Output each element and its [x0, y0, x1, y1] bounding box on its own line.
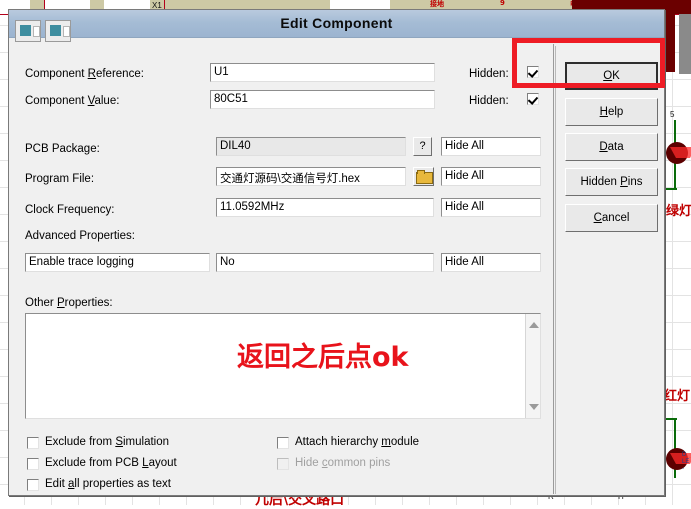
schematic-red-text-top: 接地	[430, 0, 444, 8]
pcb-package-combo[interactable]: DIL40	[216, 137, 406, 156]
annotation-text: 返回之后点ok	[237, 342, 409, 373]
program-file-visibility-combo[interactable]: Hide All	[441, 167, 541, 186]
ok-button-highlight-rectangle	[512, 38, 665, 88]
schematic-red-text-red-light: 红灯	[664, 389, 691, 404]
program-file-label: Program File:	[25, 173, 95, 185]
help-button[interactable]: Help	[565, 98, 658, 126]
component-reference-hidden-label: Hidden:	[469, 68, 509, 80]
component-value-label: Component Value:	[25, 95, 120, 107]
data-button[interactable]: Data	[565, 133, 658, 161]
dialog-button-column: OK Help Data Hidden Pins Cancel	[555, 46, 664, 494]
advanced-properties-visibility-combo[interactable]: Hide All	[441, 253, 541, 272]
dialog-titlebar[interactable]: Edit Component	[9, 10, 664, 38]
cancel-button[interactable]: Cancel	[565, 204, 658, 232]
exclude-from-pcb-layout-label: Exclude from PCB Layout	[45, 457, 177, 469]
other-properties-label: Other Properties:	[25, 297, 113, 309]
dialog-title: Edit Component	[280, 15, 393, 31]
document-icon-1[interactable]	[15, 20, 41, 42]
advanced-properties-property-combo[interactable]: Enable trace logging	[25, 253, 210, 272]
clock-frequency-label: Clock Frequency:	[25, 204, 115, 216]
component-value-hidden-label: Hidden:	[469, 95, 509, 107]
exclude-from-simulation-checkbox[interactable]	[27, 437, 39, 449]
scroll-down-arrow-icon[interactable]	[529, 404, 539, 410]
exclude-from-pcb-layout-checkbox[interactable]	[27, 458, 39, 470]
schematic-part-label: D LE -	[682, 452, 690, 472]
component-reference-label: Component Reference:	[25, 68, 144, 80]
component-value-input[interactable]: 80C51	[210, 90, 435, 109]
edit-all-properties-as-text-checkbox[interactable]	[27, 479, 39, 491]
schematic-red-text-top2: 9	[500, 0, 505, 7]
schematic-label-5: 5	[670, 110, 675, 119]
program-file-input[interactable]: 交通灯源码\交通信号灯.hex	[216, 167, 406, 186]
hidden-pins-button[interactable]: Hidden Pins	[565, 168, 658, 196]
pcb-package-label: PCB Package:	[25, 143, 100, 155]
exclude-from-simulation-label: Exclude from Simulation	[45, 436, 170, 448]
attach-hierarchy-module-label: Attach hierarchy module	[295, 436, 420, 448]
dialog-vertical-separator	[553, 44, 554, 494]
edit-all-properties-as-text-label: Edit all properties as text	[45, 478, 171, 490]
document-icon-2[interactable]	[45, 20, 71, 42]
component-value-hidden-checkbox[interactable]	[527, 93, 539, 105]
hide-common-pins-checkbox	[277, 458, 289, 470]
clock-frequency-input[interactable]: 11.0592MHz	[216, 198, 434, 217]
component-reference-input[interactable]: U1	[210, 63, 435, 82]
schematic-red-text-green-light: 绿灯	[666, 204, 691, 219]
schematic-scroll-column[interactable]	[679, 14, 691, 74]
advanced-properties-label: Advanced Properties:	[25, 230, 135, 242]
hide-common-pins-label: Hide common pins	[295, 457, 391, 469]
pcb-package-visibility-combo[interactable]: Hide All	[441, 137, 541, 156]
attach-hierarchy-module-checkbox[interactable]	[277, 437, 289, 449]
scroll-up-arrow-icon[interactable]	[529, 322, 539, 328]
advanced-properties-value-combo[interactable]: No	[216, 253, 434, 272]
folder-open-icon[interactable]	[413, 167, 434, 186]
other-properties-scrollbar[interactable]	[525, 314, 540, 418]
clock-frequency-visibility-combo[interactable]: Hide All	[441, 198, 541, 217]
schematic-led-1	[666, 142, 691, 164]
pcb-package-help-button[interactable]: ?	[413, 137, 432, 156]
